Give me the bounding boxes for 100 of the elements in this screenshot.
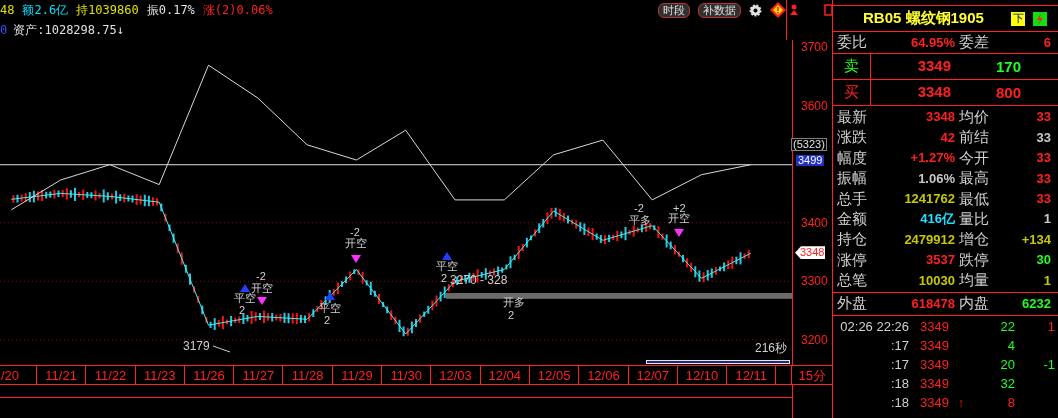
field-value: 1 [1043, 271, 1051, 290]
tick-change: -1 [1043, 356, 1055, 375]
figure-icon[interactable] [789, 4, 799, 16]
date-axis-label: 11/27 [242, 368, 275, 382]
date-axis-label: /20 [1, 368, 20, 382]
warning-icon[interactable] [770, 2, 786, 18]
trade-label: 平空 [436, 260, 458, 272]
field-value: 1.06% [918, 169, 955, 188]
tick-time: :18 [890, 375, 909, 394]
field-label: 振幅 [837, 168, 868, 189]
book-price: 3348 [917, 82, 951, 103]
settings-icon[interactable] [749, 3, 762, 17]
field-label: 前结 [959, 127, 990, 148]
tick-change: 1 [1047, 318, 1055, 337]
field-value: 6 [1043, 33, 1051, 52]
trade-quantity: +2 [673, 202, 686, 214]
field-label: 金额 [837, 208, 868, 229]
tick-time: :17 [890, 337, 909, 356]
tick-price: 3349 [920, 375, 949, 394]
tick-volume: 8 [1007, 394, 1015, 413]
field-label: 涨停 [837, 249, 868, 270]
quote-summary-text: 48 [0, 2, 15, 19]
tick-price: 3349 [920, 318, 949, 337]
date-axis-label: 12/11 [735, 368, 768, 382]
date-axis-label: 11/21 [45, 368, 77, 382]
toolbar-button[interactable]: 时段 [658, 2, 690, 18]
field-value: 6232 [1022, 294, 1051, 313]
field-value: 10030 [918, 271, 955, 290]
field-label: 幅度 [837, 147, 868, 168]
buy-marker-icon [442, 252, 452, 260]
field-label: 内盘 [959, 293, 990, 314]
trade-label: 开多 [503, 296, 525, 308]
low-price-label: 3179 [183, 339, 210, 353]
field-label: 涨跌 [837, 127, 868, 148]
scrollbar[interactable] [646, 360, 790, 364]
buy-marker-icon [325, 292, 335, 300]
tick-price: 3349 [920, 337, 949, 356]
contract-title: RB05 螺纹钢1905 [863, 8, 985, 29]
tick-time: :17 [890, 356, 909, 375]
date-axis-label: 12/10 [685, 368, 719, 382]
field-value: 30 [1036, 251, 1051, 270]
field-value: 33 [1036, 128, 1051, 147]
account-text: 0 [0, 22, 8, 39]
countdown-label: 216秒 [754, 341, 787, 355]
price-axis-label: 3400 [801, 216, 828, 229]
date-axis-label: 11/23 [143, 368, 176, 382]
field-label: 最低 [959, 188, 990, 209]
sell-marker-icon [351, 255, 361, 263]
field-label: 均量 [959, 270, 990, 291]
quote-summary-text: 额2.6亿 [22, 2, 69, 19]
up-arrow-icon: ↑ [957, 393, 965, 413]
field-label: 今开 [959, 147, 990, 168]
down-button[interactable]: 下 [1011, 11, 1025, 26]
tick-price: 3349 [920, 356, 949, 375]
field-value: 33 [1036, 149, 1051, 168]
trade-label: 开空 [251, 282, 273, 294]
date-axis-label: 11/28 [291, 368, 324, 382]
toolbar-button[interactable]: 补数据 [698, 2, 741, 18]
book-side-label: 卖 [844, 56, 859, 77]
trade-label: 开空 [345, 237, 367, 249]
field-label: 委比 [837, 32, 868, 53]
field-label: 均价 [959, 106, 990, 127]
lightning-icon[interactable] [1033, 11, 1047, 26]
trade-quantity: -2 [256, 270, 266, 282]
buy-marker-icon [240, 284, 250, 292]
tick-time: 02:26 22:26 [840, 318, 909, 337]
date-axis-label: 11/26 [193, 368, 225, 382]
field-label: 总手 [837, 188, 868, 209]
trade-quantity: 2 [324, 314, 331, 326]
field-value: 618478 [911, 294, 955, 313]
trade-quantity: 2 [508, 309, 515, 321]
price-axis-label: 3700 [801, 41, 828, 53]
trade-quantity: -2 [634, 202, 644, 214]
book-volume: 800 [995, 85, 1021, 100]
field-label: 委差 [959, 32, 990, 53]
trade-label: 开空 [668, 212, 690, 224]
field-value: 2479912 [904, 230, 955, 249]
tick-time: :18 [890, 394, 909, 413]
date-axis-label: 11/30 [390, 368, 422, 382]
date-axis-label: 12/03 [439, 368, 472, 382]
book-side-label: 买 [844, 82, 859, 103]
quote-summary-text: 持1039860 [76, 2, 139, 19]
tick-volume: 20 [1000, 356, 1015, 375]
date-axis-label: 11/22 [94, 368, 127, 382]
field-value: +1.27% [910, 149, 955, 168]
period-label[interactable]: 15分 [798, 368, 826, 382]
field-value: 1241762 [904, 190, 955, 208]
date-axis-label: 12/06 [587, 368, 620, 382]
date-axis-label: 12/04 [488, 368, 522, 382]
tick-volume: 4 [1007, 337, 1015, 356]
field-label: 跌停 [959, 249, 990, 270]
trade-quantity: 2 [441, 272, 448, 284]
field-value: 33 [1036, 108, 1051, 127]
price-axis-label: 3200 [801, 333, 828, 346]
window-icon[interactable] [824, 4, 832, 16]
field-value: 33 [1036, 169, 1051, 188]
price-axis-label: 3300 [801, 275, 828, 288]
position-label: (5323) [791, 138, 827, 151]
date-axis-label: 12/07 [636, 368, 669, 382]
reference-price-label: 3499 [796, 154, 825, 166]
